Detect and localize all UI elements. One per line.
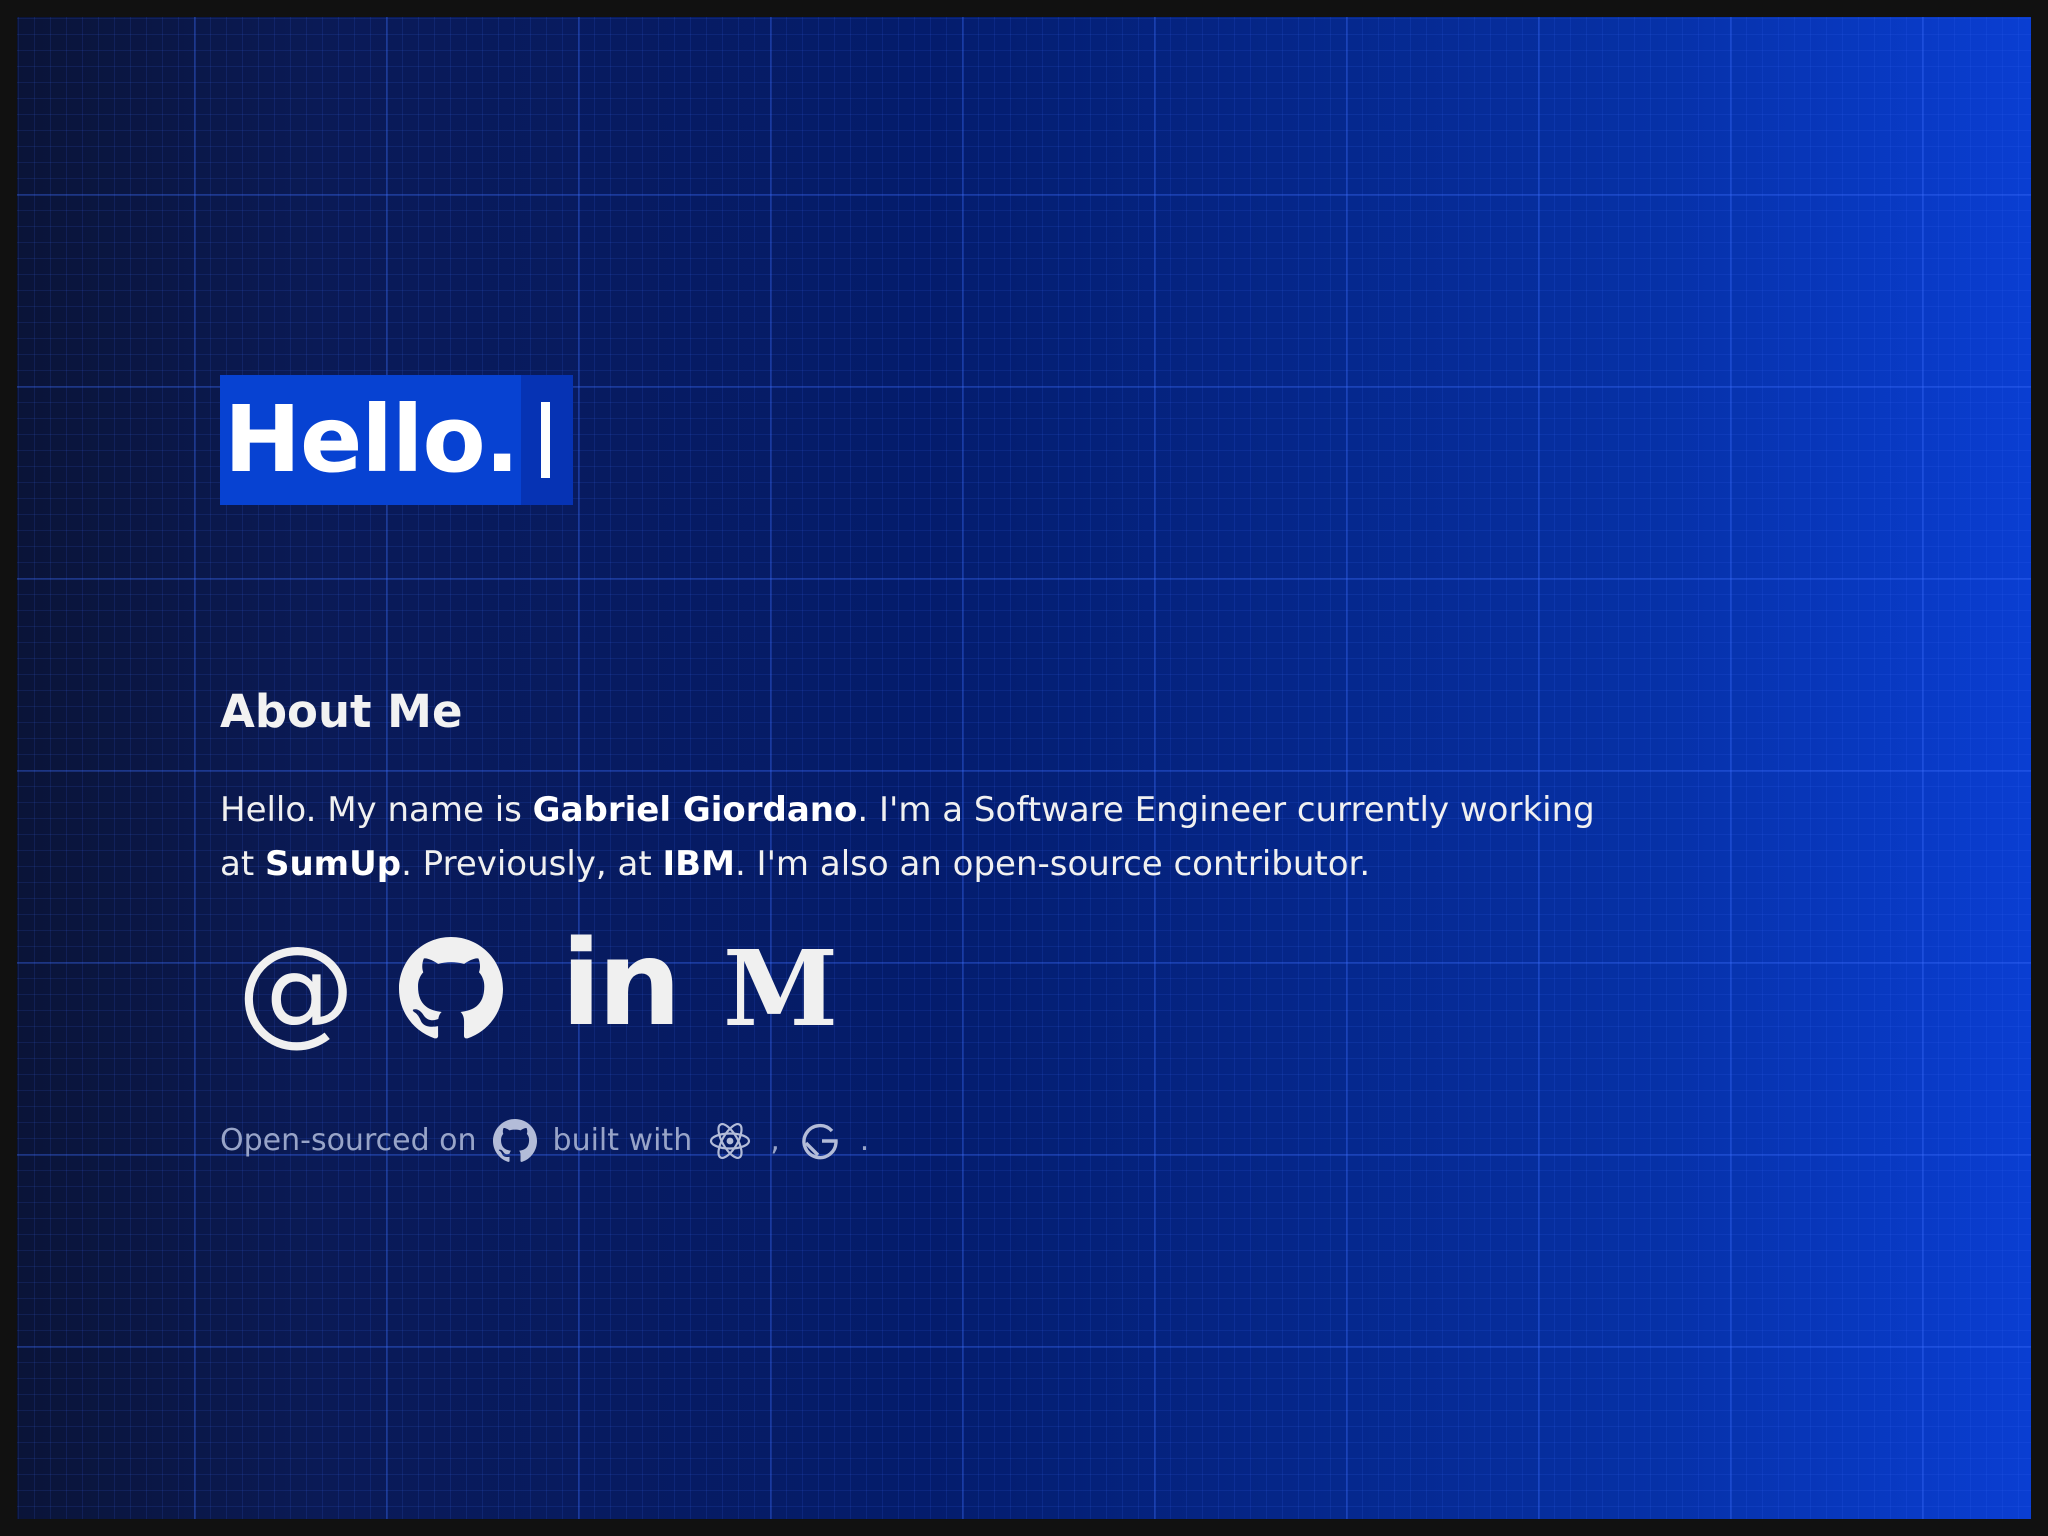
- gatsby-icon: [802, 1123, 838, 1160]
- page-background: Hello. About Me Hello. My name is Gabrie…: [17, 17, 2031, 1519]
- linkedin-icon: in: [561, 914, 681, 1052]
- current-company: SumUp: [264, 844, 402, 884]
- footer-open-sourced-text: Open-sourced on: [220, 1123, 477, 1158]
- previous-company: IBM: [662, 844, 735, 884]
- hero-greeting: Hello.: [220, 375, 521, 505]
- medium-link[interactable]: M: [723, 937, 838, 1041]
- footer-period: .: [859, 1123, 870, 1158]
- react-icon: [710, 1123, 751, 1159]
- linkedin-link[interactable]: in: [561, 924, 681, 1042]
- github-icon: [399, 937, 503, 1039]
- about-previous: . Previously, at: [401, 844, 663, 884]
- footer-react-link[interactable]: [708, 1119, 752, 1163]
- footer-comma: ,: [770, 1123, 780, 1158]
- about-intro: Hello. My name is: [220, 790, 533, 830]
- footer-gatsby-link[interactable]: [798, 1119, 842, 1163]
- about-heading: About Me: [220, 685, 463, 738]
- footer-built-with-text: built with: [552, 1123, 693, 1158]
- about-paragraph: Hello. My name is Gabriel Giordano . I'm …: [220, 783, 1620, 891]
- github-link[interactable]: [399, 937, 503, 1041]
- typing-cursor: [520, 375, 573, 505]
- email-link[interactable]: @: [237, 930, 355, 1048]
- hero-banner: Hello.: [220, 375, 573, 505]
- footer: Open-sourced on built with , .: [220, 1105, 871, 1177]
- medium-icon: M: [723, 927, 839, 1050]
- about-closing: . I'm also an open-source contributor.: [734, 844, 1371, 884]
- footer-github-link[interactable]: [492, 1119, 537, 1163]
- github-icon: [492, 1119, 537, 1162]
- at-icon: @: [237, 920, 355, 1058]
- social-links: @ in M: [237, 924, 885, 1048]
- author-name: Gabriel Giordano: [532, 790, 858, 830]
